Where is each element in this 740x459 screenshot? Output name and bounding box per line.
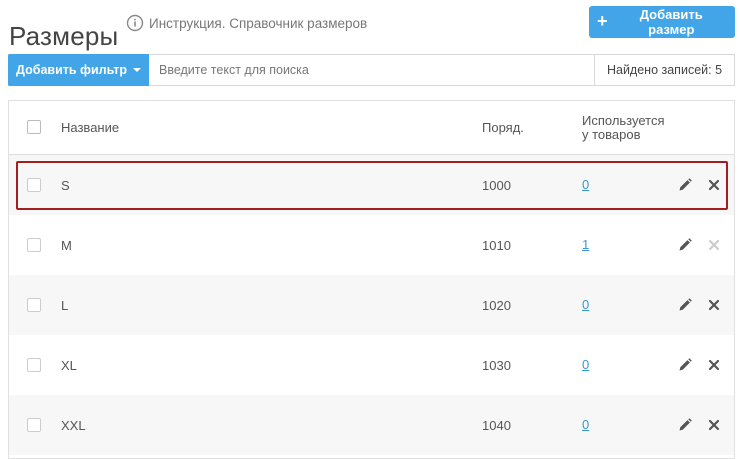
add-size-button[interactable]: + Добавить размер [589, 6, 735, 38]
search-input[interactable] [149, 55, 594, 85]
size-order: 1030 [482, 357, 511, 373]
row-checkbox[interactable] [27, 358, 41, 372]
pencil-icon[interactable] [678, 418, 692, 432]
caret-down-icon [132, 68, 141, 72]
pencil-icon[interactable] [678, 358, 692, 372]
close-icon[interactable] [708, 299, 720, 311]
table-row[interactable]: XXL 1040 0 [9, 395, 734, 455]
used-count-link[interactable]: 1 [582, 237, 589, 252]
pencil-icon[interactable] [678, 178, 692, 192]
size-name: L [61, 297, 69, 313]
help-link-label: Инструкция. Справочник размеров [149, 15, 368, 31]
plus-icon: + [597, 11, 608, 31]
select-all-checkbox[interactable] [27, 120, 41, 134]
close-icon[interactable] [708, 179, 720, 191]
size-name: XXL [61, 417, 86, 433]
column-header-used-line1: Используется [582, 112, 665, 128]
size-name: XL [61, 357, 77, 373]
row-checkbox[interactable] [27, 418, 41, 432]
add-size-button-label: Добавить размер [639, 7, 703, 37]
pencil-icon[interactable] [678, 238, 692, 252]
table-row[interactable]: XL 1030 0 [9, 335, 734, 395]
help-link[interactable]: Инструкция. Справочник размеров [126, 14, 367, 32]
size-name: M [61, 237, 72, 253]
close-icon [708, 239, 720, 251]
table-header: Название Поряд. Используется у товаров [9, 101, 734, 155]
sizes-table: Название Поряд. Используется у товаров S… [8, 100, 735, 459]
column-header-name[interactable]: Название [61, 120, 119, 135]
size-name: S [61, 177, 70, 193]
used-count-link[interactable]: 0 [582, 417, 589, 432]
table-row[interactable]: S 1000 0 [9, 155, 734, 215]
records-count: Найдено записей: 5 [594, 55, 734, 85]
info-icon [126, 14, 144, 32]
size-order: 1000 [482, 177, 511, 193]
close-icon[interactable] [708, 359, 720, 371]
used-count-link[interactable]: 0 [582, 177, 589, 192]
used-count-link[interactable]: 0 [582, 357, 589, 372]
used-count-link[interactable]: 0 [582, 297, 589, 312]
add-filter-button-label: Добавить фильтр [16, 63, 127, 77]
size-order: 1040 [482, 417, 511, 433]
row-checkbox[interactable] [27, 178, 41, 192]
filter-bar: Добавить фильтр Найдено записей: 5 [8, 54, 735, 86]
column-header-order[interactable]: Поряд. [482, 120, 524, 135]
row-checkbox[interactable] [27, 298, 41, 312]
table-row[interactable]: L 1020 0 [9, 275, 734, 335]
size-order: 1010 [482, 237, 511, 253]
column-header-used[interactable]: Используется у товаров [582, 112, 665, 142]
column-header-used-line2: у товаров [582, 126, 641, 142]
row-checkbox[interactable] [27, 238, 41, 252]
page-title: Размеры [9, 21, 119, 52]
close-icon[interactable] [708, 419, 720, 431]
add-filter-button[interactable]: Добавить фильтр [8, 54, 149, 86]
size-order: 1020 [482, 297, 511, 313]
pencil-icon[interactable] [678, 298, 692, 312]
table-row[interactable]: M 1010 1 [9, 215, 734, 275]
